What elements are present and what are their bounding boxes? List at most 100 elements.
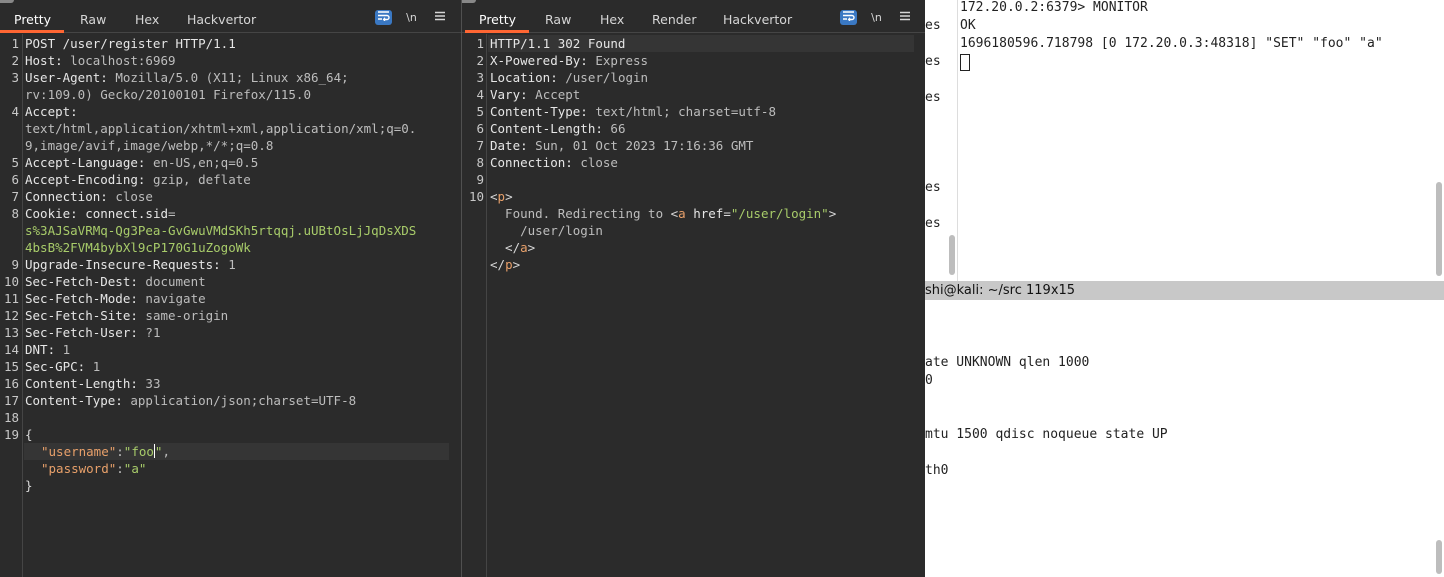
line-number: 7 (11, 189, 19, 204)
line-number: 14 (3, 342, 19, 357)
header-sec-fetch-dest: Sec-Fetch-Dest: document (25, 274, 206, 289)
line-number: 18 (3, 410, 19, 425)
html-redirect-text: Found. Redirecting to <a href="/user/log… (490, 206, 837, 221)
header-accept: Accept: (25, 104, 78, 119)
request-line: POST /user/register HTTP/1.1 (25, 36, 236, 51)
scrollbar-thumb[interactable] (1436, 540, 1442, 574)
terminal-output-line: OK (960, 18, 976, 33)
wrap-lines-icon[interactable] (375, 10, 392, 25)
cookie-value: s%3AJSaVRMq-Qg3Pea-GvGwuVMdSKh5rtqqj.uUB… (25, 223, 417, 238)
terminal-fragment: es (925, 90, 941, 105)
line-number: 10 (3, 274, 19, 289)
header-sec-fetch-site: Sec-Fetch-Site: same-origin (25, 308, 229, 323)
line-number: 12 (3, 308, 19, 323)
tab-render[interactable]: Render (652, 12, 697, 27)
panel-header-edge (462, 0, 476, 3)
header-content-length: Content-Length: 33 (25, 376, 161, 391)
line-number: 16 (3, 376, 19, 391)
header-content-type: Content-Type: application/json;charset=U… (25, 393, 357, 408)
request-tabbar: Pretty Raw Hex Hackvertor \n (0, 0, 461, 33)
hamburger-menu-icon[interactable] (896, 10, 913, 25)
header-sec-gpc: Sec-GPC: 1 (25, 359, 101, 374)
response-editor[interactable]: 1 2 3 4 5 6 7 8 9 10 HTTP/1.1 302 Found … (462, 34, 925, 577)
html-a-close: </a> (490, 240, 536, 255)
response-panel: Pretty Raw Hex Render Hackvertor \n 1 2 … (462, 0, 925, 577)
line-number: 2 (476, 53, 484, 68)
header-date: Date: Sun, 01 Oct 2023 17:16:36 GMT (490, 138, 754, 153)
line-number: 6 (11, 172, 19, 187)
header-upgrade-insecure: Upgrade-Insecure-Requests: 1 (25, 257, 236, 272)
tab-raw[interactable]: Raw (545, 12, 571, 27)
line-number: 9 (11, 257, 19, 272)
terminal-output-line: mtu 1500 qdisc noqueue state UP (925, 427, 1168, 442)
active-tab-indicator (465, 30, 529, 33)
json-close-brace: } (25, 478, 33, 493)
terminal-fragment: es (925, 216, 941, 231)
terminal-output-line: ate UNKNOWN qlen 1000 (925, 355, 1090, 370)
terminal-pane-title: shi@kali: ~/src 119x15 (925, 281, 1444, 300)
line-number: 4 (476, 87, 484, 102)
header-host: Host: localhost:6969 (25, 53, 176, 68)
header-sec-fetch-mode: Sec-Fetch-Mode: navigate (25, 291, 206, 306)
line-number: 5 (11, 155, 19, 170)
header-content-type: Content-Type: text/html; charset=utf-8 (490, 104, 776, 119)
scrollbar-thumb[interactable] (949, 235, 955, 275)
terminal-output-line: 1696180596.718798 [0 172.20.0.3:48318] "… (960, 36, 1383, 51)
header-vary: Vary: Accept (490, 87, 581, 102)
tab-hackvertor[interactable]: Hackvertor (187, 12, 256, 27)
response-tabbar: Pretty Raw Hex Render Hackvertor \n (462, 0, 925, 33)
line-number: 9 (476, 172, 484, 187)
newline-toggle-button[interactable]: \n (403, 10, 420, 25)
line-number: 8 (476, 155, 484, 170)
header-accept-encoding: Accept-Encoding: gzip, deflate (25, 172, 251, 187)
scrollbar-thumb[interactable] (1436, 182, 1442, 276)
line-number: 1 (476, 36, 484, 51)
html-p-close: </p> (490, 257, 521, 272)
header-accept-value-cont: 9,image/avif,image/webp,*/*;q=0.8 (25, 138, 274, 153)
cookie-value-cont: 4bsB%2FVM4bybXl9cP170G1uZogoWk (25, 240, 251, 255)
hamburger-menu-icon[interactable] (431, 10, 448, 25)
tab-hex[interactable]: Hex (600, 12, 624, 27)
line-number: 6 (476, 121, 484, 136)
tab-hex[interactable]: Hex (135, 12, 159, 27)
json-password-line: "password":"a" (41, 461, 147, 476)
terminal-window[interactable]: es es es es es 172.20.0.2:6379> MONITOR … (925, 0, 1444, 577)
line-number: 17 (3, 393, 19, 408)
line-number: 13 (3, 325, 19, 340)
tab-pretty[interactable]: Pretty (479, 12, 516, 27)
terminal-fragment: es (925, 180, 941, 195)
json-username-line: "username":"foo", (41, 444, 170, 459)
terminal-output-line: 0 (925, 373, 933, 388)
request-editor[interactable]: 1 2 3 4 5 6 7 8 9 10 11 12 13 14 15 16 1… (0, 34, 461, 577)
header-content-length: Content-Length: 66 (490, 121, 626, 136)
wrap-lines-icon[interactable] (840, 10, 857, 25)
terminal-left-split: es es es es es (925, 0, 958, 281)
tab-pretty[interactable]: Pretty (14, 12, 51, 27)
terminal-cursor (960, 54, 970, 71)
line-number: 3 (476, 70, 484, 85)
header-dnt: DNT: 1 (25, 342, 71, 357)
html-link-text: /user/login (490, 223, 603, 238)
newline-toggle-button[interactable]: \n (868, 10, 885, 25)
request-panel: Pretty Raw Hex Hackvertor \n 1 2 3 4 5 6… (0, 0, 461, 577)
line-number: 15 (3, 359, 19, 374)
terminal-top-pane[interactable]: es es es es es 172.20.0.2:6379> MONITOR … (925, 0, 1444, 281)
line-number: 5 (476, 104, 484, 119)
json-open-brace: { (25, 427, 33, 442)
terminal-fragment: es (925, 54, 941, 69)
header-connection: Connection: close (490, 155, 618, 170)
line-number: 19 (3, 427, 19, 442)
line-number: 1 (11, 36, 19, 51)
line-number: 3 (11, 70, 19, 85)
header-connection: Connection: close (25, 189, 153, 204)
tab-hackvertor[interactable]: Hackvertor (723, 12, 792, 27)
header-accept-value: text/html,application/xhtml+xml,applicat… (25, 121, 417, 136)
active-tab-indicator (0, 30, 64, 33)
panel-header-edge (0, 0, 14, 3)
tab-raw[interactable]: Raw (80, 12, 106, 27)
line-number: 8 (11, 206, 19, 221)
header-cookie: Cookie: connect.sid= (25, 206, 176, 221)
header-sec-fetch-user: Sec-Fetch-User: ?1 (25, 325, 161, 340)
header-user-agent-cont: rv:109.0) Gecko/20100101 Firefox/115.0 (25, 87, 311, 102)
status-line: HTTP/1.1 302 Found (490, 36, 626, 51)
